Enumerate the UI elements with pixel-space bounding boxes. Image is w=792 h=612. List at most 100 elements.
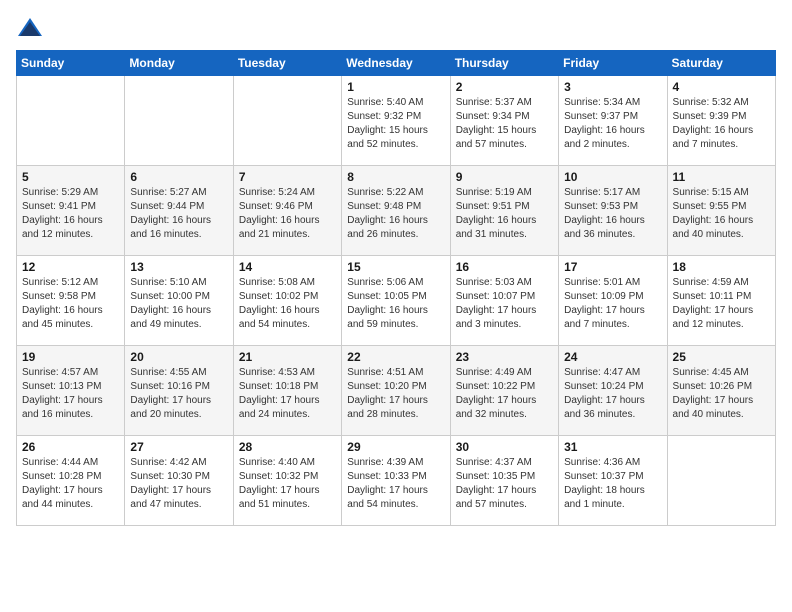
calendar-cell: 7 Sunrise: 5:24 AM Sunset: 9:46 PM Daylig… xyxy=(233,166,341,256)
day-info: Sunrise: 4:59 AM Sunset: 10:11 PM Daylig… xyxy=(673,276,770,332)
day-info: Sunrise: 4:57 AM Sunset: 10:13 PM Daylig… xyxy=(22,366,119,422)
day-info: Sunrise: 4:42 AM Sunset: 10:30 PM Daylig… xyxy=(130,456,227,512)
calendar-cell: 12Sunrise: 5:12 AM Sunset: 9:58 PM Dayli… xyxy=(17,256,125,346)
day-info: Sunrise: 4:47 AM Sunset: 10:24 PM Daylig… xyxy=(564,366,661,422)
day-info: Sunrise: 4:44 AM Sunset: 10:28 PM Daylig… xyxy=(22,456,119,512)
day-info: Sunrise: 5:10 AM Sunset: 10:00 PM Daylig… xyxy=(130,276,227,332)
day-header-friday: Friday xyxy=(559,51,667,76)
calendar-cell: 20 Sunrise: 4:55 AM Sunset: 10:16 PM Dayl… xyxy=(125,346,233,436)
calendar-cell: 9 Sunrise: 5:19 AM Sunset: 9:51 PM Daylig… xyxy=(450,166,558,256)
calendar-cell xyxy=(233,76,341,166)
calendar-cell: 14Sunrise: 5:08 AM Sunset: 10:02 PM Dayl… xyxy=(233,256,341,346)
day-info: Sunrise: 5:22 AM Sunset: 9:48 PM Dayligh… xyxy=(347,186,444,242)
day-number: 8 xyxy=(347,170,444,184)
day-number: 3 xyxy=(564,80,661,94)
calendar-cell: 2Sunrise: 5:37 AM Sunset: 9:34 PM Daylig… xyxy=(450,76,558,166)
day-info: Sunrise: 4:36 AM Sunset: 10:37 PM Daylig… xyxy=(564,456,661,512)
day-info: Sunrise: 4:40 AM Sunset: 10:32 PM Daylig… xyxy=(239,456,336,512)
calendar-cell: 4 Sunrise: 5:32 AM Sunset: 9:39 PM Daylig… xyxy=(667,76,775,166)
calendar-cell: 13 Sunrise: 5:10 AM Sunset: 10:00 PM Dayl… xyxy=(125,256,233,346)
day-info: Sunrise: 5:17 AM Sunset: 9:53 PM Dayligh… xyxy=(564,186,661,242)
calendar-cell: 24 Sunrise: 4:47 AM Sunset: 10:24 PM Dayl… xyxy=(559,346,667,436)
day-number: 9 xyxy=(456,170,553,184)
day-header-tuesday: Tuesday xyxy=(233,51,341,76)
day-info: Sunrise: 5:06 AM Sunset: 10:05 PM Daylig… xyxy=(347,276,444,332)
day-info: Sunrise: 4:51 AM Sunset: 10:20 PM Daylig… xyxy=(347,366,444,422)
day-info: Sunrise: 4:55 AM Sunset: 10:16 PM Daylig… xyxy=(130,366,227,422)
day-number: 13 xyxy=(130,260,227,274)
day-number: 4 xyxy=(673,80,770,94)
calendar-cell: 23 Sunrise: 4:49 AM Sunset: 10:22 PM Dayl… xyxy=(450,346,558,436)
day-number: 20 xyxy=(130,350,227,364)
calendar-cell: 18 Sunrise: 4:59 AM Sunset: 10:11 PM Dayl… xyxy=(667,256,775,346)
calendar-cell: 10 Sunrise: 5:17 AM Sunset: 9:53 PM Dayli… xyxy=(559,166,667,256)
calendar-cell: 3 Sunrise: 5:34 AM Sunset: 9:37 PM Daylig… xyxy=(559,76,667,166)
day-info: Sunrise: 5:03 AM Sunset: 10:07 PM Daylig… xyxy=(456,276,553,332)
day-header-monday: Monday xyxy=(125,51,233,76)
day-info: Sunrise: 4:49 AM Sunset: 10:22 PM Daylig… xyxy=(456,366,553,422)
calendar-cell: 15 Sunrise: 5:06 AM Sunset: 10:05 PM Dayl… xyxy=(342,256,450,346)
day-info: Sunrise: 5:27 AM Sunset: 9:44 PM Dayligh… xyxy=(130,186,227,242)
day-info: Sunrise: 5:12 AM Sunset: 9:58 PM Dayligh… xyxy=(22,276,119,332)
week-row-2: 5 Sunrise: 5:29 AM Sunset: 9:41 PM Daylig… xyxy=(17,166,776,256)
calendar-cell: 16 Sunrise: 5:03 AM Sunset: 10:07 PM Dayl… xyxy=(450,256,558,346)
logo-icon xyxy=(16,16,44,40)
day-info: Sunrise: 5:34 AM Sunset: 9:37 PM Dayligh… xyxy=(564,96,661,152)
calendar-cell xyxy=(125,76,233,166)
calendar-cell xyxy=(667,436,775,526)
day-header-thursday: Thursday xyxy=(450,51,558,76)
day-number: 30 xyxy=(456,440,553,454)
week-row-4: 19 Sunrise: 4:57 AM Sunset: 10:13 PM Dayl… xyxy=(17,346,776,436)
day-header-sunday: Sunday xyxy=(17,51,125,76)
day-number: 31 xyxy=(564,440,661,454)
day-number: 17 xyxy=(564,260,661,274)
day-number: 23 xyxy=(456,350,553,364)
calendar-cell xyxy=(17,76,125,166)
day-number: 7 xyxy=(239,170,336,184)
calendar-cell: 27 Sunrise: 4:42 AM Sunset: 10:30 PM Dayl… xyxy=(125,436,233,526)
day-number: 14 xyxy=(239,260,336,274)
day-number: 24 xyxy=(564,350,661,364)
calendar-cell: 29Sunrise: 4:39 AM Sunset: 10:33 PM Dayl… xyxy=(342,436,450,526)
day-info: Sunrise: 5:15 AM Sunset: 9:55 PM Dayligh… xyxy=(673,186,770,242)
calendar-cell: 11 Sunrise: 5:15 AM Sunset: 9:55 PM Dayli… xyxy=(667,166,775,256)
calendar-cell: 22 Sunrise: 4:51 AM Sunset: 10:20 PM Dayl… xyxy=(342,346,450,436)
day-number: 5 xyxy=(22,170,119,184)
calendar-cell: 25Sunrise: 4:45 AM Sunset: 10:26 PM Dayl… xyxy=(667,346,775,436)
calendar-cell: 19 Sunrise: 4:57 AM Sunset: 10:13 PM Dayl… xyxy=(17,346,125,436)
day-info: Sunrise: 4:45 AM Sunset: 10:26 PM Daylig… xyxy=(673,366,770,422)
day-info: Sunrise: 5:19 AM Sunset: 9:51 PM Dayligh… xyxy=(456,186,553,242)
day-number: 19 xyxy=(22,350,119,364)
week-row-1: 1 Sunrise: 5:40 AM Sunset: 9:32 PM Daylig… xyxy=(17,76,776,166)
day-info: Sunrise: 5:01 AM Sunset: 10:09 PM Daylig… xyxy=(564,276,661,332)
calendar-cell: 26 Sunrise: 4:44 AM Sunset: 10:28 PM Dayl… xyxy=(17,436,125,526)
week-row-3: 12Sunrise: 5:12 AM Sunset: 9:58 PM Dayli… xyxy=(17,256,776,346)
day-number: 26 xyxy=(22,440,119,454)
day-info: Sunrise: 5:40 AM Sunset: 9:32 PM Dayligh… xyxy=(347,96,444,152)
day-number: 2 xyxy=(456,80,553,94)
day-number: 16 xyxy=(456,260,553,274)
day-number: 6 xyxy=(130,170,227,184)
calendar-cell: 28 Sunrise: 4:40 AM Sunset: 10:32 PM Dayl… xyxy=(233,436,341,526)
day-number: 22 xyxy=(347,350,444,364)
day-number: 15 xyxy=(347,260,444,274)
day-info: Sunrise: 4:53 AM Sunset: 10:18 PM Daylig… xyxy=(239,366,336,422)
logo xyxy=(16,16,48,40)
day-header-wednesday: Wednesday xyxy=(342,51,450,76)
day-number: 11 xyxy=(673,170,770,184)
calendar-cell: 1 Sunrise: 5:40 AM Sunset: 9:32 PM Daylig… xyxy=(342,76,450,166)
day-number: 29 xyxy=(347,440,444,454)
day-number: 18 xyxy=(673,260,770,274)
day-number: 28 xyxy=(239,440,336,454)
calendar-cell: 5 Sunrise: 5:29 AM Sunset: 9:41 PM Daylig… xyxy=(17,166,125,256)
calendar-cell: 21Sunrise: 4:53 AM Sunset: 10:18 PM Dayl… xyxy=(233,346,341,436)
calendar-cell: 17 Sunrise: 5:01 AM Sunset: 10:09 PM Dayl… xyxy=(559,256,667,346)
day-info: Sunrise: 5:32 AM Sunset: 9:39 PM Dayligh… xyxy=(673,96,770,152)
day-info: Sunrise: 5:29 AM Sunset: 9:41 PM Dayligh… xyxy=(22,186,119,242)
day-number: 10 xyxy=(564,170,661,184)
day-number: 1 xyxy=(347,80,444,94)
day-number: 27 xyxy=(130,440,227,454)
day-info: Sunrise: 5:24 AM Sunset: 9:46 PM Dayligh… xyxy=(239,186,336,242)
days-header-row: SundayMondayTuesdayWednesdayThursdayFrid… xyxy=(17,51,776,76)
header xyxy=(16,16,776,40)
